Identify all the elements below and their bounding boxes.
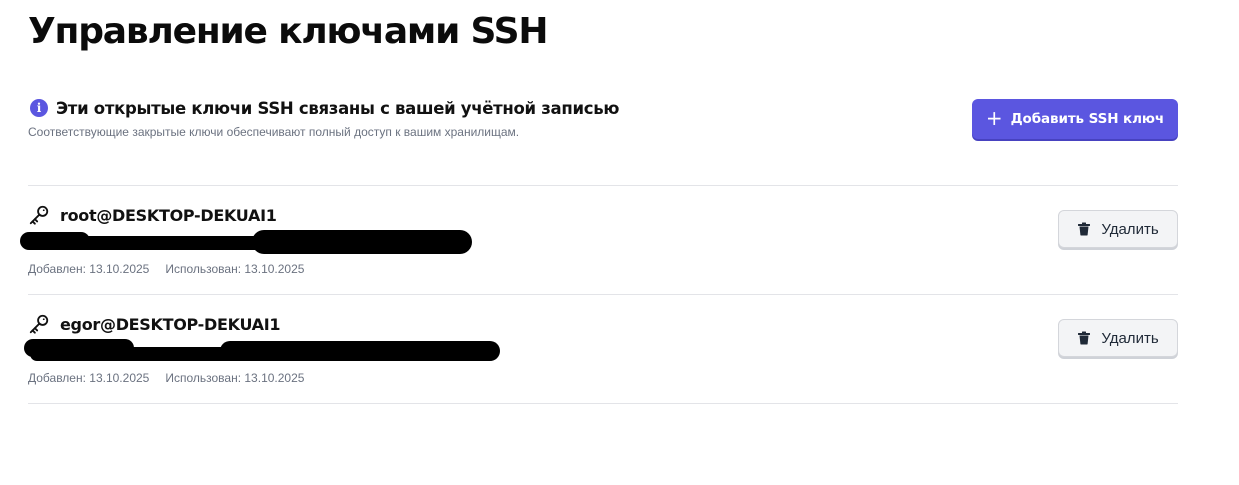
trash-icon [1077, 331, 1091, 345]
delete-key-button[interactable]: Удалить [1058, 210, 1178, 248]
ssh-key-row: root@DESKTOP-DEKUAI1 Добавлен: 13.10.202… [20, 186, 1178, 294]
redaction-mark [252, 230, 472, 254]
key-name: egor@DESKTOP-DEKUAI1 [60, 314, 281, 334]
ssh-keys-page: Управление ключами SSH i Эти открытые кл… [0, 0, 1239, 485]
key-icon [28, 313, 50, 335]
delete-key-label: Удалить [1101, 329, 1159, 347]
info-icon: i [30, 99, 48, 117]
page-title: Управление ключами SSH [28, 11, 548, 52]
redaction-mark [220, 341, 500, 361]
key-used-date: Использован: 13.10.2025 [165, 262, 305, 276]
add-ssh-key-button[interactable]: + Добавить SSH ключ [972, 99, 1178, 139]
info-block: i Эти открытые ключи SSH связаны с вашей… [28, 96, 928, 140]
key-added-date: Добавлен: 13.10.2025 [28, 371, 150, 385]
info-header: i Эти открытые ключи SSH связаны с вашей… [28, 96, 928, 120]
info-title: Эти открытые ключи SSH связаны с вашей у… [56, 98, 620, 118]
key-added-date: Добавлен: 13.10.2025 [28, 262, 150, 276]
key-name-row: egor@DESKTOP-DEKUAI1 [28, 312, 281, 336]
divider [28, 403, 1178, 404]
plus-icon: + [985, 106, 1003, 130]
ssh-key-row: egor@DESKTOP-DEKUAI1 Добавлен: 13.10.202… [24, 295, 1178, 403]
delete-key-button[interactable]: Удалить [1058, 319, 1178, 357]
key-meta: Добавлен: 13.10.2025 Использован: 13.10.… [28, 371, 304, 385]
key-meta: Добавлен: 13.10.2025 Использован: 13.10.… [28, 262, 304, 276]
trash-icon [1077, 222, 1091, 236]
redaction-mark [30, 347, 250, 361]
delete-key-label: Удалить [1101, 220, 1159, 238]
redaction-mark [60, 236, 270, 250]
key-name: root@DESKTOP-DEKUAI1 [60, 205, 277, 225]
info-subtitle: Соответствующие закрытые ключи обеспечив… [28, 125, 520, 139]
key-icon [28, 204, 50, 226]
key-used-date: Использован: 13.10.2025 [165, 371, 305, 385]
add-ssh-key-label: Добавить SSH ключ [1010, 111, 1165, 127]
key-name-row: root@DESKTOP-DEKUAI1 [28, 203, 277, 227]
